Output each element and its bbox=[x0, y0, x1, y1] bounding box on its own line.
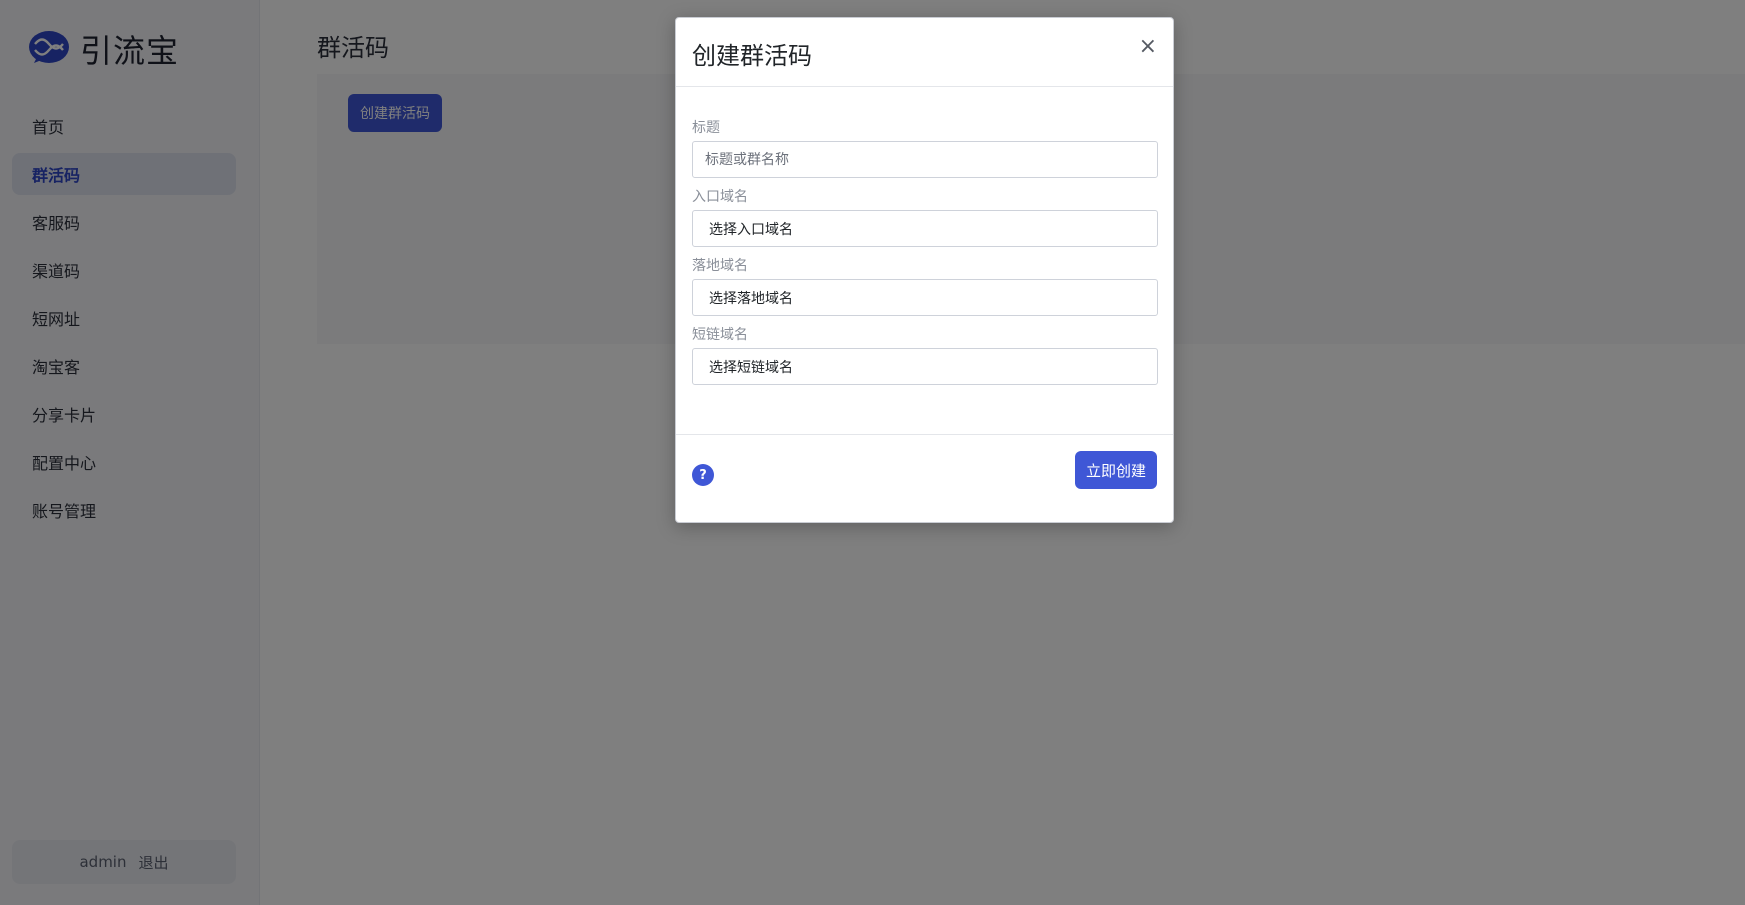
landing-domain-label: 落地域名 bbox=[692, 258, 748, 274]
landing-domain-field-group: 落地域名 选择落地域名 bbox=[692, 255, 1158, 316]
title-label: 标题 bbox=[692, 120, 720, 136]
short-domain-field-group: 短链域名 选择短链域名 bbox=[692, 324, 1158, 385]
short-domain-select[interactable]: 选择短链域名 bbox=[692, 348, 1158, 385]
modal-header: 创建群活码 × bbox=[676, 18, 1173, 87]
modal-title: 创建群活码 bbox=[692, 42, 812, 70]
entry-domain-label: 入口域名 bbox=[692, 189, 748, 205]
modal-footer: ? 立即创建 bbox=[676, 435, 1173, 523]
entry-domain-select[interactable]: 选择入口域名 bbox=[692, 210, 1158, 247]
short-domain-label: 短链域名 bbox=[692, 327, 748, 343]
create-group-code-modal: 创建群活码 × 标题 入口域名 选择入口域名 落地域名 选择落地域名 短链域名 … bbox=[675, 17, 1174, 523]
close-icon[interactable]: × bbox=[1139, 36, 1157, 58]
title-field-group: 标题 bbox=[692, 117, 1158, 178]
help-icon[interactable]: ? bbox=[692, 464, 714, 486]
create-now-button[interactable]: 立即创建 bbox=[1074, 451, 1157, 489]
entry-domain-field-group: 入口域名 选择入口域名 bbox=[692, 186, 1158, 247]
landing-domain-select[interactable]: 选择落地域名 bbox=[692, 279, 1158, 316]
title-input[interactable] bbox=[692, 141, 1158, 178]
modal-body: 标题 入口域名 选择入口域名 落地域名 选择落地域名 短链域名 选择短链域名 bbox=[676, 87, 1173, 435]
